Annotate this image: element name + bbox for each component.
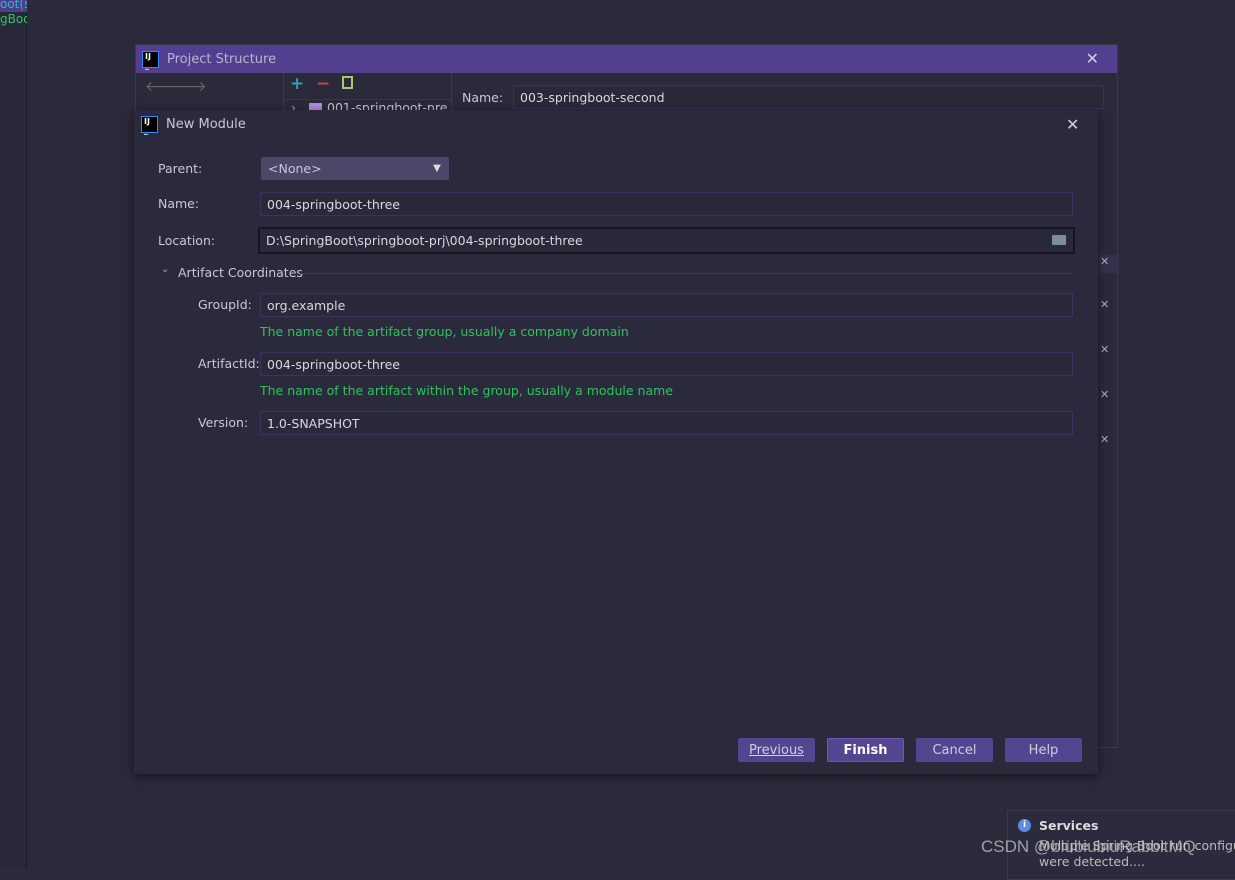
remove-x-icon[interactable]: ✕: [1100, 433, 1109, 446]
notification-title: Services: [1039, 818, 1099, 833]
forward-arrow-icon[interactable]: 🡒: [169, 78, 207, 95]
ide-left-panel: oot(s gBoo: [0, 0, 27, 868]
remove-icon[interactable]: −: [316, 74, 330, 94]
artifactid-label: ArtifactId:: [198, 356, 260, 371]
finish-button[interactable]: Finish: [827, 738, 904, 762]
chevron-down-icon: ▼: [433, 163, 441, 174]
parent-label: Parent:: [158, 161, 203, 176]
close-icon[interactable]: ✕: [1066, 115, 1079, 134]
parent-dropdown[interactable]: <None> ▼: [261, 157, 449, 180]
artifact-coordinates-toggle[interactable]: Artifact Coordinates: [178, 265, 303, 280]
previous-button[interactable]: Previous: [738, 738, 815, 762]
name-label: Name:: [158, 196, 200, 211]
cancel-button[interactable]: Cancel: [916, 738, 993, 762]
ide-line[interactable]: gBoo: [0, 12, 27, 26]
chevron-down-icon[interactable]: ⌄: [161, 264, 169, 275]
module-name-field[interactable]: 003-springboot-second: [513, 85, 1104, 109]
location-label: Location:: [158, 233, 216, 248]
remove-x-icon[interactable]: ✕: [1100, 343, 1109, 356]
name-input[interactable]: 004-springboot-three: [260, 192, 1073, 216]
add-icon[interactable]: +: [290, 74, 304, 94]
version-input[interactable]: 1.0-SNAPSHOT: [260, 411, 1073, 435]
dialog-title: Project Structure: [167, 51, 277, 67]
version-label: Version:: [198, 415, 249, 430]
remove-x-icon[interactable]: ✕: [1100, 298, 1109, 311]
ide-line[interactable]: oot(s: [0, 0, 27, 12]
artifactid-input[interactable]: 004-springboot-three: [260, 352, 1073, 376]
remove-x-icon[interactable]: ✕: [1100, 388, 1109, 401]
info-icon: i: [1018, 819, 1031, 832]
folder-open-icon[interactable]: [1052, 235, 1066, 245]
help-button[interactable]: Help: [1005, 738, 1082, 762]
intellij-icon: IJ _: [142, 50, 159, 70]
artifactid-hint: The name of the artifact within the grou…: [260, 383, 673, 398]
divider: [300, 273, 1073, 274]
project-structure-titlebar: IJ _ Project Structure ✕: [136, 45, 1117, 73]
groupid-label: GroupId:: [198, 297, 252, 312]
new-module-titlebar: IJ _ New Module: [141, 116, 246, 135]
watermark: CSDN @biubiubiuRabbitMQ: [981, 837, 1196, 856]
groupid-hint: The name of the artifact group, usually …: [260, 324, 629, 339]
location-input[interactable]: D:\SpringBoot\springboot-prj\004-springb…: [258, 227, 1075, 254]
intellij-icon: IJ _: [141, 116, 158, 135]
dialog-title: New Module: [166, 117, 246, 132]
remove-x-icon[interactable]: ✕: [1100, 255, 1109, 268]
groupid-input[interactable]: org.example: [260, 293, 1073, 317]
close-icon[interactable]: ✕: [1086, 49, 1099, 68]
new-module-dialog: IJ _ New Module ✕ Parent: <None> ▼ Name: …: [134, 110, 1098, 774]
name-label: Name:: [462, 90, 504, 105]
copy-icon[interactable]: [342, 76, 353, 89]
